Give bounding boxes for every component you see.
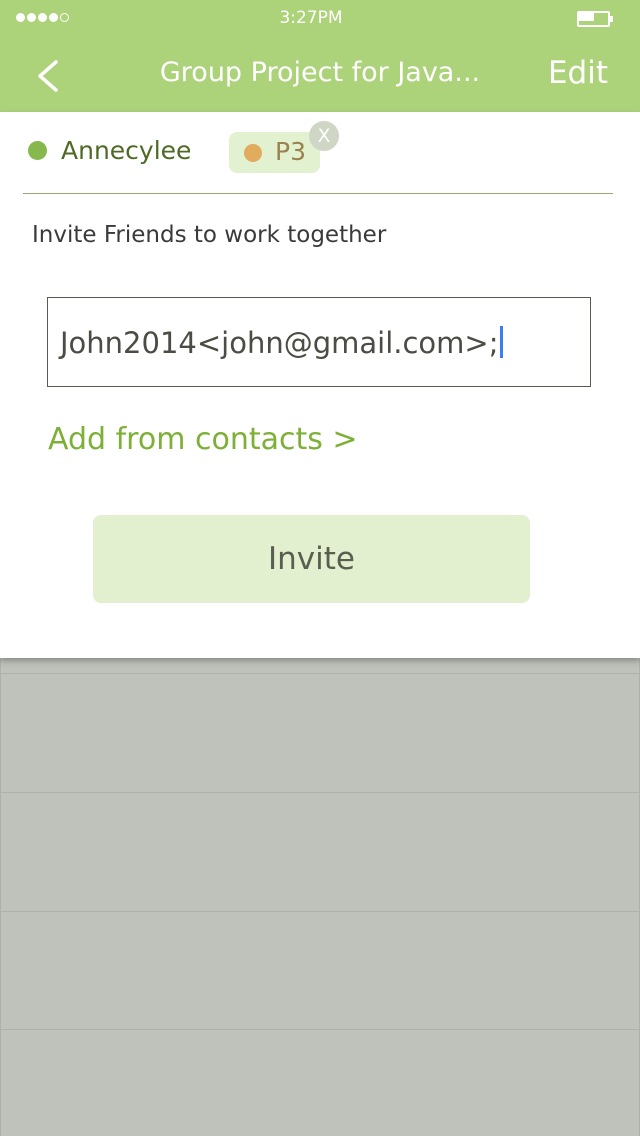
member-name: Annecylee <box>61 136 192 165</box>
member-chip-p3[interactable]: P3 <box>229 132 320 173</box>
status-bar: 3:27PM <box>0 0 640 40</box>
background-list <box>0 658 640 1136</box>
back-button[interactable] <box>32 54 68 98</box>
list-row-divider <box>1 1029 639 1030</box>
list-row-divider <box>1 792 639 793</box>
member-status-dot <box>28 141 47 160</box>
battery-level <box>579 13 594 21</box>
member-name: P3 <box>275 137 306 166</box>
invite-input-value: John2014<john@gmail.com>; <box>60 326 499 360</box>
text-caret <box>500 326 504 358</box>
member-annecylee[interactable]: Annecylee <box>28 136 191 165</box>
chevron-left-icon <box>38 60 58 92</box>
invite-panel: Annecylee P3 X Invite Friends to work to… <box>0 112 640 658</box>
invite-button[interactable]: Invite <box>93 515 530 603</box>
battery-icon <box>577 11 614 27</box>
header: 3:27PM Group Project for Java... Edit <box>0 0 640 112</box>
member-status-dot <box>244 144 262 162</box>
status-time: 3:27PM <box>279 8 343 28</box>
page-title: Group Project for Java... <box>159 57 481 88</box>
list-row-divider <box>1 673 639 674</box>
invite-email-input[interactable]: John2014<john@gmail.com>; <box>47 297 591 387</box>
list-row-divider <box>1 911 639 912</box>
divider <box>23 193 613 194</box>
edit-button[interactable]: Edit <box>536 55 620 91</box>
add-from-contacts-link[interactable]: Add from contacts > <box>48 422 358 457</box>
remove-member-button[interactable]: X <box>309 121 339 151</box>
invite-heading: Invite Friends to work together <box>32 222 387 248</box>
